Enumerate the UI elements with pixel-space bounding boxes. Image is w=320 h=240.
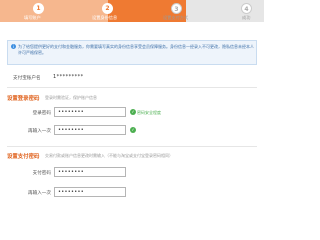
step-4-label: 成功 <box>242 15 251 20</box>
login-confirm-label: 再输入一次 <box>28 129 51 134</box>
step-2-number: 2 <box>102 3 113 14</box>
pay-confirm-input[interactable]: •••••••• <box>54 187 126 197</box>
step-1-label: 填写账户 <box>24 15 41 20</box>
notice-text: 为了给您提供更好的支付和金融服务，你需要填写真实的身份信息享受会员保障服务。身份… <box>18 44 254 55</box>
check-icon: ✓ <box>130 127 136 133</box>
login-section-title: 设置登录密码 <box>7 96 40 102</box>
login-confirm-input[interactable]: •••••••• <box>54 125 126 135</box>
info-icon: i <box>11 44 16 49</box>
divider <box>7 87 257 88</box>
account-label: 支付宝账户名 <box>13 76 41 81</box>
step-track-todo <box>186 0 264 22</box>
login-password-input[interactable]: •••••••• <box>54 107 126 117</box>
pay-password-input[interactable]: •••••••• <box>54 167 126 177</box>
divider <box>7 146 257 147</box>
login-password-label: 登录密码 <box>32 111 51 116</box>
account-value: 1********* <box>53 74 84 80</box>
step-3-number: 3 <box>171 3 182 14</box>
login-section-hint: 登录时需验证，保护账户信息 <box>45 95 97 100</box>
info-notice: i 为了给您提供更好的支付和金融服务，你需要填写真实的身份信息享受会员保障服务。… <box>7 40 257 65</box>
check-icon: ✓ <box>130 109 136 115</box>
pay-section-hint: 交易付款或账户信息更改时需输入（不能与淘宝或支付宝登录密码相同） <box>45 153 173 158</box>
pay-password-label: 支付密码 <box>32 171 51 176</box>
step-2-label: 设置身份信息 <box>92 15 118 20</box>
progress-steps: 1 填写账户 2 设置身份信息 3 设置支付方式 4 成功 <box>0 0 264 27</box>
step-3-label: 设置支付方式 <box>163 15 189 20</box>
step-4-number: 4 <box>241 3 252 14</box>
step-1-number: 1 <box>33 3 44 14</box>
password-strength: 密码安全程度 <box>137 110 161 115</box>
pay-confirm-label: 再输入一次 <box>28 191 51 196</box>
pay-section-title: 设置支付密码 <box>7 154 40 160</box>
